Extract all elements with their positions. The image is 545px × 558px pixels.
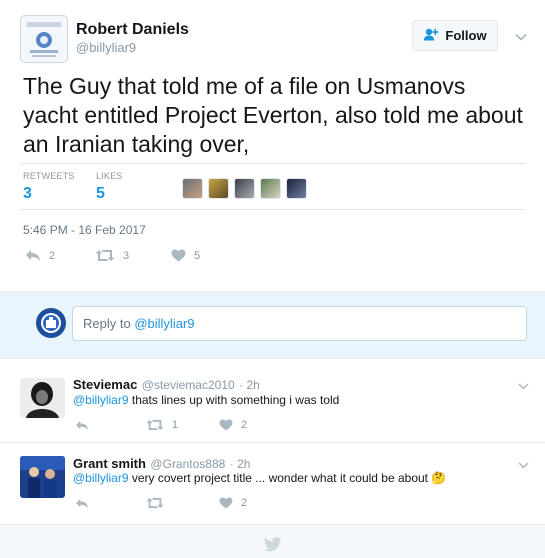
reply-time[interactable]: · 2h bbox=[230, 457, 251, 471]
reply-text: @billyliar9 thats lines up with somethin… bbox=[73, 393, 339, 407]
like-action[interactable]: 2 bbox=[219, 497, 247, 509]
liker-avatar[interactable] bbox=[182, 178, 203, 199]
reply-text: @billyliar9 very covert project title ..… bbox=[73, 471, 446, 485]
reply-avatar-steviemac[interactable] bbox=[20, 378, 65, 418]
divider bbox=[20, 163, 525, 164]
reply-author-handle[interactable]: @steviemac2010 bbox=[142, 378, 235, 392]
heart-icon bbox=[219, 419, 233, 431]
retweet-action[interactable]: 1 bbox=[146, 419, 178, 431]
reply-icon bbox=[76, 420, 88, 431]
retweet-count: 1 bbox=[172, 419, 179, 431]
reply-input[interactable]: Reply to @billyliar9 bbox=[72, 306, 527, 341]
reply-action[interactable] bbox=[75, 498, 89, 509]
follow-label: Follow bbox=[445, 28, 487, 43]
liker-avatar[interactable] bbox=[286, 178, 307, 199]
retweet-action[interactable] bbox=[146, 497, 172, 509]
liker-avatar[interactable] bbox=[260, 178, 281, 199]
chevron-down-icon bbox=[518, 462, 529, 469]
reply-icon bbox=[76, 498, 88, 509]
likes-label: LIKES bbox=[96, 171, 123, 181]
reply-body: thats lines up with something i was told bbox=[128, 393, 340, 407]
liker-avatars bbox=[182, 178, 307, 199]
tweet-text: The Guy that told me of a file on Usmano… bbox=[23, 73, 523, 157]
reply-mention[interactable]: @billyliar9 bbox=[73, 471, 129, 485]
heart-icon bbox=[171, 249, 186, 262]
like-action[interactable]: 2 bbox=[219, 419, 247, 431]
author-name[interactable]: Robert Daniels bbox=[76, 21, 189, 39]
retweets-stat[interactable]: RETWEETS 3 bbox=[23, 171, 75, 203]
reply-mention[interactable]: @billyliar9 bbox=[73, 393, 129, 407]
reply-body: very covert project title ... wonder wha… bbox=[128, 471, 447, 485]
twitter-bird-icon[interactable] bbox=[263, 537, 282, 557]
reply-time[interactable]: · 2h bbox=[239, 378, 260, 392]
reply-action[interactable] bbox=[75, 420, 89, 431]
liker-avatar[interactable] bbox=[234, 178, 255, 199]
reply-author-name[interactable]: Grant smith bbox=[73, 456, 146, 471]
divider bbox=[0, 442, 545, 443]
retweet-count: 3 bbox=[123, 249, 130, 262]
reply-author-name[interactable]: Steviemac bbox=[73, 377, 137, 392]
reply-author-handle[interactable]: @Grantos888 bbox=[150, 457, 225, 471]
more-options-button[interactable] bbox=[515, 28, 527, 46]
heart-icon bbox=[219, 497, 233, 509]
tweet-timestamp[interactable]: 5:46 PM - 16 Feb 2017 bbox=[23, 223, 146, 237]
retweets-count: 3 bbox=[23, 185, 32, 202]
follow-button[interactable]: Follow bbox=[412, 20, 498, 51]
follow-user-icon bbox=[423, 28, 439, 44]
retweets-label: RETWEETS bbox=[23, 171, 75, 181]
chevron-down-icon bbox=[518, 383, 529, 390]
author-avatar[interactable] bbox=[20, 15, 68, 63]
retweet-action[interactable]: 3 bbox=[95, 249, 129, 262]
reply-prefix: Reply to bbox=[83, 316, 131, 331]
reply-more-button[interactable] bbox=[518, 456, 529, 474]
like-count: 2 bbox=[241, 497, 248, 509]
reply-more-button[interactable] bbox=[518, 377, 529, 395]
reply-avatar-grantsmith[interactable] bbox=[20, 456, 65, 498]
reply-action[interactable]: 2 bbox=[25, 249, 55, 262]
liker-avatar[interactable] bbox=[208, 178, 229, 199]
divider bbox=[0, 358, 545, 359]
like-count: 2 bbox=[241, 419, 248, 431]
reply-icon bbox=[26, 250, 40, 261]
likes-count: 5 bbox=[96, 185, 105, 202]
reply-mention: @billyliar9 bbox=[134, 316, 195, 331]
retweet-icon bbox=[146, 420, 164, 430]
like-count: 5 bbox=[194, 249, 201, 262]
retweet-icon bbox=[146, 498, 164, 508]
likes-stat[interactable]: LIKES 5 bbox=[96, 171, 123, 203]
author-handle[interactable]: @billyliar9 bbox=[76, 40, 136, 55]
retweet-icon bbox=[95, 250, 115, 261]
current-user-avatar[interactable] bbox=[36, 308, 66, 338]
reply-count: 2 bbox=[49, 249, 56, 262]
chevron-down-icon bbox=[515, 33, 527, 41]
like-action[interactable]: 5 bbox=[171, 249, 200, 262]
reply-header: Steviemac @steviemac2010 · 2h bbox=[73, 376, 260, 394]
divider bbox=[20, 209, 525, 210]
